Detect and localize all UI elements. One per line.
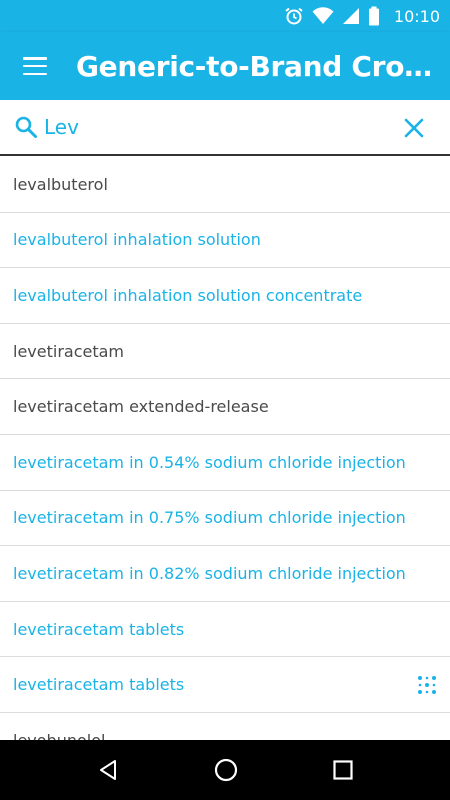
list-item-label: levalbuterol inhalation solution (13, 230, 261, 250)
list-item[interactable]: levetiracetam extended-release (0, 379, 450, 435)
list-item[interactable]: levobunolol (0, 713, 450, 740)
list-item[interactable]: levetiracetam tablets (0, 602, 450, 658)
status-bar: 10:10 (0, 0, 450, 32)
search-icon (14, 115, 42, 139)
list-item[interactable]: levalbuterol inhalation solution (0, 213, 450, 269)
app-bar: Generic-to-Brand Cros… (0, 32, 450, 100)
home-icon[interactable] (213, 757, 239, 783)
hamburger-icon (23, 57, 47, 75)
list-item[interactable]: levetiracetam (0, 324, 450, 380)
list-item-label: levetiracetam extended-release (13, 397, 269, 417)
status-time: 10:10 (393, 6, 440, 26)
list-item-label: levetiracetam tablets (13, 619, 185, 639)
list-item-label: levobunolol (13, 731, 105, 740)
wifi-icon (312, 7, 334, 25)
list-item[interactable]: levalbuterol (0, 157, 450, 213)
search-input[interactable] (44, 115, 384, 139)
list-item-label: levetiracetam (13, 341, 125, 361)
battery-icon (368, 6, 380, 26)
list-item-label: levetiracetam in 0.54% sodium chloride i… (13, 452, 406, 472)
list-item[interactable]: levetiracetam in 0.75% sodium chloride i… (0, 491, 450, 547)
list-item[interactable]: levetiracetam tablets (0, 657, 450, 713)
list-item[interactable]: levetiracetam in 0.54% sodium chloride i… (0, 435, 450, 491)
page-title: Generic-to-Brand Cros… (76, 49, 436, 83)
navigation-bar (0, 740, 450, 800)
list-item-label: levetiracetam in 0.75% sodium chloride i… (13, 508, 406, 528)
dots-grid-icon[interactable] (416, 674, 438, 696)
list-item-label: levetiracetam in 0.82% sodium chloride i… (13, 563, 406, 583)
cell-signal-icon (342, 7, 360, 25)
alarm-icon (284, 6, 304, 26)
list-item[interactable]: levalbuterol inhalation solution concent… (0, 268, 450, 324)
list-item-label: levetiracetam tablets (13, 675, 185, 695)
list-item-label: levalbuterol inhalation solution concent… (13, 285, 363, 305)
back-icon[interactable] (96, 758, 120, 782)
recents-icon[interactable] (332, 759, 354, 781)
list-item[interactable]: levetiracetam in 0.82% sodium chloride i… (0, 546, 450, 602)
close-icon[interactable] (402, 116, 426, 140)
menu-button[interactable] (0, 32, 70, 100)
search-bar (0, 100, 450, 156)
results-list: levalbuterol levalbuterol inhalation solu… (0, 157, 450, 740)
list-item-label: levalbuterol (13, 174, 108, 194)
